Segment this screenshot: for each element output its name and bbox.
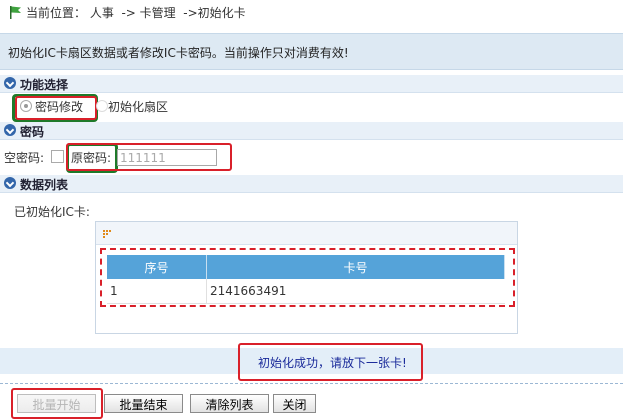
old-password-input[interactable]	[117, 149, 217, 166]
grid-panel-header	[96, 222, 517, 245]
collapse-icon[interactable]	[4, 124, 16, 136]
radio-label-init-sector[interactable]: 初始化扇区	[108, 98, 168, 115]
table-row[interactable]: 1 2141663491	[107, 279, 505, 304]
old-password-label: 原密码:	[71, 151, 112, 165]
column-header-card-number[interactable]: 卡号	[206, 255, 505, 279]
clear-list-button[interactable]: 清除列表	[190, 394, 269, 413]
close-button[interactable]: 关闭	[273, 394, 316, 413]
info-message: 初始化IC卡扇区数据或者修改IC卡密码。当前操作只对消费有效!	[8, 46, 349, 60]
batch-end-button[interactable]: 批量结束	[104, 394, 183, 413]
divider	[0, 383, 623, 384]
section-title-password: 密码	[20, 125, 45, 139]
empty-password-checkbox[interactable]	[51, 150, 64, 163]
section-header-password[interactable]: 密码	[0, 122, 623, 140]
collapse-icon[interactable]	[4, 77, 16, 89]
breadcrumb: 当前位置： 人事 -> 卡管理 ->初始化卡	[0, 0, 623, 24]
section-header-function[interactable]: 功能选择	[0, 75, 623, 93]
table-cell-index: 1	[107, 279, 207, 304]
radio-label-password-change[interactable]: 密码修改	[35, 98, 83, 115]
radio-password-change[interactable]	[20, 100, 32, 112]
column-header-index[interactable]: 序号	[107, 255, 207, 279]
flag-icon	[10, 6, 21, 19]
status-message: 初始化成功，请放下一张卡!	[258, 356, 407, 370]
empty-password-label: 空密码:	[4, 151, 45, 165]
info-bar: 初始化IC卡扇区数据或者修改IC卡密码。当前操作只对消费有效!	[0, 33, 623, 70]
section-title-function: 功能选择	[20, 78, 69, 92]
section-title-data-list: 数据列表	[20, 178, 69, 192]
table-cell-card-number: 2141663491	[206, 279, 505, 304]
status-message-box: 初始化成功，请放下一张卡!	[238, 343, 423, 381]
batch-start-button[interactable]: 批量开始	[17, 394, 96, 413]
breadcrumb-text: 当前位置： 人事 -> 卡管理 ->初始化卡	[26, 6, 246, 20]
section-header-data-list[interactable]: 数据列表	[0, 175, 623, 193]
table-header-row: 序号 卡号	[107, 255, 505, 279]
collapse-icon[interactable]	[4, 177, 16, 189]
radio-init-sector[interactable]	[96, 100, 108, 112]
grip-icon	[103, 230, 111, 238]
data-table: 序号 卡号 1 2141663491	[107, 255, 505, 304]
initialized-cards-label: 已初始化IC卡:	[14, 205, 90, 219]
